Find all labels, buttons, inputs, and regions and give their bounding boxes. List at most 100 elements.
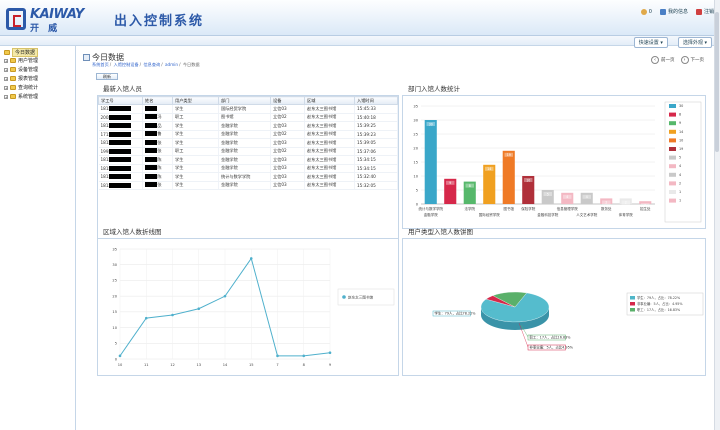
table-row[interactable]: 181xxxxxxxxx xxxxx陈 学生 统计与数学学院 立信03 赵东太三图书馆 15… [98, 172, 398, 182]
table-row[interactable]: 181xxxxxxxxx xxxxx 学生 国际经贸学院 立信03 赵东太三图书馆 15:4… [98, 104, 398, 114]
table-row[interactable]: 181xxxxxxxxx xxxxx张 学生 金融学院 立信03 赵东太三图书馆 15:32… [98, 181, 398, 190]
legend-swatch [669, 172, 676, 177]
table-cell: 赵东太三图书馆 [304, 181, 355, 190]
data-point [276, 354, 279, 358]
col-header[interactable]: 入馆时间 [354, 96, 398, 105]
table-row[interactable]: 181xxxxxxxxx xxxxx陈 学生 金融学院 立信03 赵东太三图书馆 15:34… [98, 164, 398, 173]
logout-link[interactable]: 注销 [695, 8, 714, 15]
prev-page-button[interactable]: ‹ 前一页 [651, 56, 675, 64]
area-chart-panel: 0 5 10 15 20 25 30 35 10 11 12 13 14 15 7 8 9 赵东太三图书馆 [97, 238, 399, 376]
bar [502, 150, 515, 204]
expand-icon[interactable]: + [4, 76, 8, 81]
table-cell: 立信02 [270, 147, 305, 156]
expand-icon[interactable]: + [4, 94, 8, 99]
table-cell: 立信03 [270, 181, 305, 190]
table-cell: 15:45:33 [354, 104, 398, 114]
x-tick-label: 数务处 [601, 206, 612, 211]
data-point [171, 313, 174, 317]
table-row[interactable]: 181xxxxxxxxx xxxxx品 学生 金融学院 立信03 赵东太三图书馆 15:39… [98, 121, 398, 131]
table-row[interactable]: 171xxxxxxxxx xxxxx鲁 学生 金融学院 立信02 赵东太三图书馆 15:39… [98, 130, 398, 139]
page-scrollbar[interactable] [714, 0, 720, 430]
table-cell: 职工 [172, 147, 219, 156]
info-icon [659, 8, 666, 15]
expand-icon[interactable]: + [4, 85, 8, 90]
breadcrumb-device[interactable]: 入馆控制设备 [114, 62, 139, 67]
sidebar-item-today[interactable]: 今日数据 [4, 48, 39, 57]
x-tick-label: 信息管理学院 [557, 206, 578, 211]
breadcrumb-query[interactable]: 信息查询 [143, 62, 160, 67]
table-row[interactable]: 199xxxxxxxxx xxxxx张 职工 金融学院 立信02 赵东太三图书馆 15:37… [98, 147, 398, 156]
legend-swatch [669, 121, 676, 126]
main-content: 今日数据 系统首页/ 入馆控制设备/ 信息查询/ admin/ 今日数据 刷新 … [80, 46, 716, 430]
table-cell: 图书馆 [218, 113, 271, 122]
y-tick-label: 0 [416, 202, 419, 206]
y-tick-label: 35 [413, 104, 418, 108]
my-info-link[interactable]: 我的信息 [659, 8, 688, 15]
col-header[interactable]: 学工号 [98, 96, 143, 105]
table-cell: 200xxxxxxxxx [98, 113, 143, 122]
y-tick-label: 20 [112, 294, 117, 298]
area-chart-title: 区域入馆人数折线图 [103, 228, 162, 236]
x-tick-label: 保险学院 [521, 206, 535, 211]
breadcrumb-admin[interactable]: admin [165, 62, 178, 67]
table-cell: 立信02 [270, 130, 305, 139]
sidebar-item-system[interactable]: + 系统管理 [4, 93, 38, 100]
user-link[interactable]: 0 [640, 8, 652, 15]
table-cell: 金融学院 [218, 155, 271, 165]
sidebar-item-devices[interactable]: + 设备管理 [4, 66, 38, 73]
col-header[interactable]: 姓名 [142, 96, 173, 105]
y-tick-label: 5 [115, 342, 117, 346]
sidebar-tree: 今日数据 + 用户管理 + 设备管理 + 报表管理 + 查询统计 + 系统管理 [0, 46, 76, 430]
legend-value: 5 [679, 156, 681, 160]
legend-value: 30 [679, 104, 683, 108]
table-cell: xxxxx陈 [142, 155, 173, 165]
table-row[interactable]: 200xxxxxxxxx xxxxx冯 职工 图书馆 立信02 赵东太三图书馆 15:40:… [98, 113, 398, 122]
table-cell: 15:34:15 [354, 155, 398, 165]
table-cell: 学生 [172, 172, 219, 182]
table-cell: 立信03 [270, 155, 305, 165]
y-tick-label: 30 [413, 118, 418, 122]
table-cell: 立信03 [270, 138, 305, 148]
arrow-left-icon: ‹ [651, 56, 659, 64]
col-header[interactable]: 用户类型 [172, 96, 219, 105]
table-cell: 15:39:23 [354, 130, 398, 139]
table-row[interactable]: 181xxxxxxxxx xxxxx张 学生 金融学院 立信03 赵东太三图书馆 15:39… [98, 138, 398, 148]
sidebar-item-stats[interactable]: + 查询统计 [4, 84, 38, 91]
y-tick-label: 10 [112, 326, 117, 330]
legend-label: 赵东太三图书馆 [348, 294, 374, 299]
table-cell: 赵东太三图书馆 [304, 147, 355, 156]
table-cell: 199xxxxxxxxx [98, 147, 143, 156]
next-page-button[interactable]: › 下一页 [680, 56, 704, 64]
expand-icon[interactable]: + [4, 58, 8, 63]
legend-swatch [669, 190, 676, 194]
sidebar-item-reports[interactable]: + 报表管理 [4, 75, 38, 82]
logo-text-en: KAIWAY [30, 7, 84, 22]
x-tick-label: 人文艺术学院 [576, 212, 597, 217]
scrollbar-thumb[interactable] [715, 12, 719, 152]
table-cell: 171xxxxxxxxx [98, 130, 143, 139]
col-header[interactable]: 设备 [270, 96, 305, 105]
col-header[interactable]: 区域 [304, 96, 355, 105]
legend-label: 非事业编：5人，占比：4.95% [637, 301, 683, 306]
legend-swatch [669, 181, 676, 186]
x-tick-label: 13 [196, 363, 201, 367]
x-tick-label: 12 [170, 363, 175, 367]
col-header[interactable]: 部门 [218, 96, 271, 105]
x-tick-label: 9 [329, 363, 332, 367]
breadcrumb: 系统首页/ 入馆控制设备/ 信息查询/ admin/ 今日数据 [92, 62, 200, 67]
expand-icon[interactable]: + [4, 67, 8, 72]
sidebar-item-users[interactable]: + 用户管理 [4, 57, 38, 64]
bar-value-label: 30 [429, 122, 433, 126]
table-cell: 赵东太三图书馆 [304, 121, 355, 131]
table-cell: 金融学院 [218, 130, 271, 139]
refresh-button[interactable]: 刷新 [96, 73, 118, 80]
x-tick-label: 法学院 [465, 206, 476, 211]
bar-value-label: 2 [625, 201, 627, 205]
table-row[interactable]: 181xxxxxxxxx xxxxx陈 学生 金融学院 立信03 赵东太三图书馆 15:34… [98, 155, 398, 165]
y-tick-label: 15 [112, 310, 117, 314]
x-tick-label: 统计与数学学院 [419, 206, 444, 211]
y-tick-label: 25 [112, 279, 117, 283]
table-cell: 赵东太三图书馆 [304, 113, 355, 122]
breadcrumb-current: 今日数据 [182, 62, 200, 67]
breadcrumb-home[interactable]: 系统首页 [92, 62, 109, 67]
